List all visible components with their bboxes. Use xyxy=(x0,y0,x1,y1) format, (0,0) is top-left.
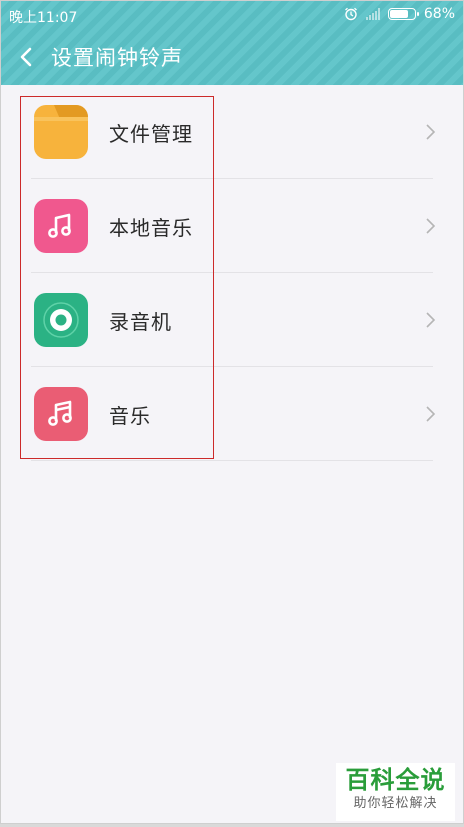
list-item-recorder[interactable]: 录音机 xyxy=(1,273,463,367)
folder-icon xyxy=(34,105,88,159)
list-item-music[interactable]: 音乐 xyxy=(1,367,463,461)
status-icons: 68% xyxy=(344,6,455,22)
back-button[interactable] xyxy=(1,29,51,85)
ringtone-source-list: 文件管理 本地音乐 录音机 音乐 xyxy=(1,85,463,461)
chevron-right-icon xyxy=(423,404,437,424)
chevron-right-icon xyxy=(423,122,437,142)
music-icon xyxy=(34,387,88,441)
watermark-sub: 助你轻松解决 xyxy=(353,796,438,811)
page-title: 设置闹钟铃声 xyxy=(51,46,183,70)
item-label-file-manager: 文件管理 xyxy=(109,121,193,146)
status-time: 晚上11:07 xyxy=(9,10,78,26)
title-bar: 设置闹钟铃声 xyxy=(1,29,463,85)
header: 晚上11:07 68% 设置闹钟铃声 xyxy=(1,1,463,85)
status-bar: 晚上11:07 68% xyxy=(1,1,463,29)
watermark: 百科全说 助你轻松解决 xyxy=(336,763,455,821)
chevron-right-icon xyxy=(423,216,437,236)
item-label-music: 音乐 xyxy=(109,403,151,428)
battery-fill xyxy=(389,10,408,18)
recorder-icon xyxy=(34,293,88,347)
music-note-icon xyxy=(34,199,88,253)
item-label-recorder: 录音机 xyxy=(109,309,172,334)
list-item-local-music[interactable]: 本地音乐 xyxy=(1,179,463,273)
list-item-file-manager[interactable]: 文件管理 xyxy=(1,85,463,179)
battery-icon xyxy=(387,8,419,20)
item-label-local-music: 本地音乐 xyxy=(109,215,193,240)
chevron-right-icon xyxy=(423,310,437,330)
battery-percent: 68% xyxy=(423,6,455,22)
watermark-main: 百科全说 xyxy=(345,766,446,794)
signal-icon xyxy=(365,8,380,20)
back-chevron-icon xyxy=(19,47,33,67)
screen: 晚上11:07 68% 设置闹钟铃声 文件管理 本地音乐 录音机 音乐 百科全说… xyxy=(0,0,464,824)
alarm-icon xyxy=(344,7,358,21)
